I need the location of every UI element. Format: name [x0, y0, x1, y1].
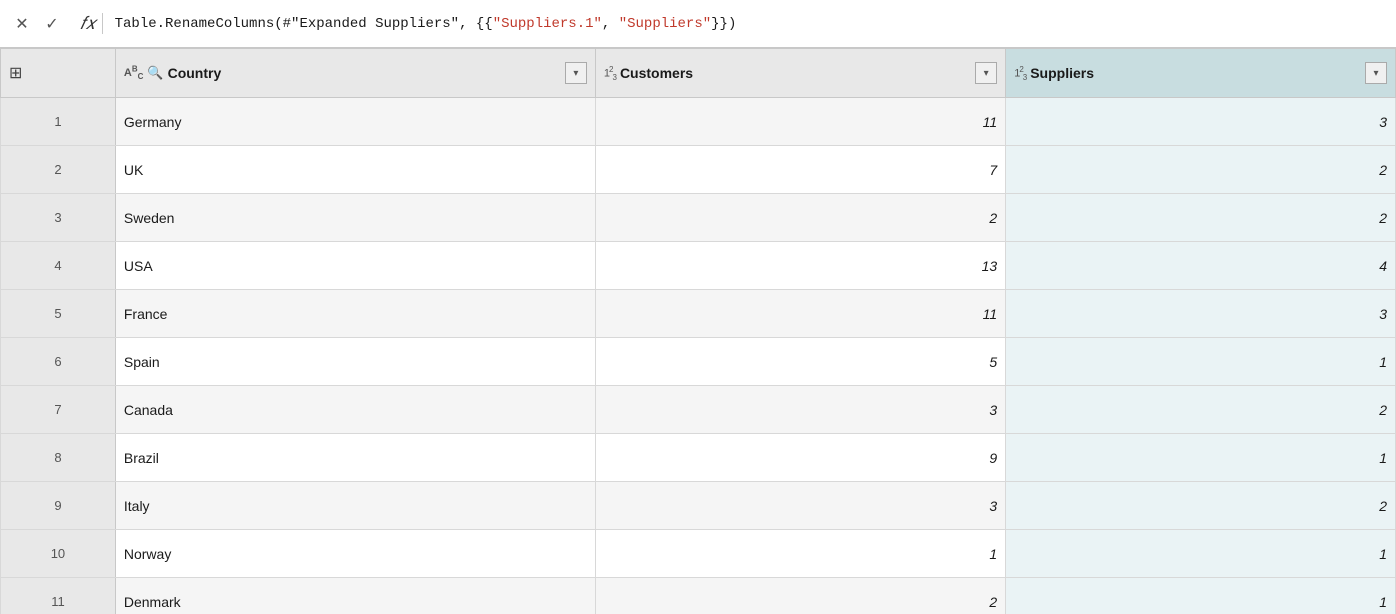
- col-header-index: ⊞: [1, 49, 116, 98]
- table-row: 1Germany113: [1, 98, 1396, 146]
- cell-country: France: [115, 290, 595, 338]
- cell-customers: 1: [595, 530, 1005, 578]
- cell-index: 4: [1, 242, 116, 290]
- cell-country: Denmark: [115, 578, 595, 614]
- cell-customers: 2: [595, 194, 1005, 242]
- table-row: 11Denmark21: [1, 578, 1396, 614]
- abc-icon: ABC: [124, 65, 144, 82]
- col-header-country: ABC 🔍 Country ▾: [115, 49, 595, 98]
- cell-index: 2: [1, 146, 116, 194]
- cell-country: USA: [115, 242, 595, 290]
- formula-icons: ✕ ✓: [8, 10, 66, 38]
- cell-country: Germany: [115, 98, 595, 146]
- cell-customers: 7: [595, 146, 1005, 194]
- table-row: 3Sweden22: [1, 194, 1396, 242]
- formula-bar: ✕ ✓ 𝑓𝑥 Table.RenameColumns(#"Expanded Su…: [0, 0, 1396, 48]
- table-row: 5France113: [1, 290, 1396, 338]
- cell-customers: 9: [595, 434, 1005, 482]
- cell-customers: 11: [595, 290, 1005, 338]
- cell-index: 9: [1, 482, 116, 530]
- col-customers-dropdown[interactable]: ▾: [975, 62, 997, 84]
- cell-customers: 11: [595, 98, 1005, 146]
- formula-text-suffix: }}): [711, 16, 736, 32]
- cell-customers: 3: [595, 482, 1005, 530]
- cell-suppliers: 1: [1006, 434, 1396, 482]
- col-customers-label: Customers: [620, 65, 693, 81]
- cell-suppliers: 2: [1006, 146, 1396, 194]
- cell-country: Spain: [115, 338, 595, 386]
- cell-index: 11: [1, 578, 116, 614]
- cell-country: Sweden: [115, 194, 595, 242]
- table-row: 10Norway11: [1, 530, 1396, 578]
- col-header-suppliers: 123 Suppliers ▾: [1006, 49, 1396, 98]
- formula-input[interactable]: Table.RenameColumns(#"Expanded Suppliers…: [115, 16, 1388, 32]
- cell-index: 5: [1, 290, 116, 338]
- table-row: 2UK72: [1, 146, 1396, 194]
- cell-country: UK: [115, 146, 595, 194]
- cancel-button[interactable]: ✕: [8, 10, 36, 38]
- formula-text-red1: "Suppliers.1": [493, 16, 602, 32]
- search-icon: 🔍: [147, 65, 163, 81]
- confirm-button[interactable]: ✓: [38, 10, 66, 38]
- cell-country: Italy: [115, 482, 595, 530]
- cell-suppliers: 4: [1006, 242, 1396, 290]
- formula-text-red2: "Suppliers": [619, 16, 711, 32]
- formula-text-comma: ,: [602, 16, 619, 32]
- cell-country: Brazil: [115, 434, 595, 482]
- cell-suppliers: 2: [1006, 194, 1396, 242]
- table-container: ⊞ ABC 🔍 Country ▾: [0, 48, 1396, 614]
- cell-suppliers: 2: [1006, 482, 1396, 530]
- fx-label: 𝑓𝑥: [74, 13, 103, 34]
- cell-index: 10: [1, 530, 116, 578]
- cell-index: 6: [1, 338, 116, 386]
- table-row: 8Brazil91: [1, 434, 1396, 482]
- cell-country: Norway: [115, 530, 595, 578]
- formula-text-prefix: Table.RenameColumns(#"Expanded Suppliers…: [115, 16, 493, 32]
- cell-suppliers: 3: [1006, 98, 1396, 146]
- data-table: ⊞ ABC 🔍 Country ▾: [0, 48, 1396, 614]
- cell-index: 7: [1, 386, 116, 434]
- cell-suppliers: 1: [1006, 578, 1396, 614]
- table-row: 6Spain51: [1, 338, 1396, 386]
- cell-customers: 2: [595, 578, 1005, 614]
- col-country-dropdown[interactable]: ▾: [565, 62, 587, 84]
- table-header-row: ⊞ ABC 🔍 Country ▾: [1, 49, 1396, 98]
- cell-index: 3: [1, 194, 116, 242]
- cell-index: 1: [1, 98, 116, 146]
- suppliers-type-icon: 123: [1014, 65, 1026, 82]
- cell-suppliers: 1: [1006, 338, 1396, 386]
- cell-customers: 5: [595, 338, 1005, 386]
- table-body: 1Germany1132UK723Sweden224USA1345France1…: [1, 98, 1396, 614]
- table-row: 7Canada32: [1, 386, 1396, 434]
- cell-suppliers: 1: [1006, 530, 1396, 578]
- cell-suppliers: 2: [1006, 386, 1396, 434]
- cell-customers: 13: [595, 242, 1005, 290]
- col-country-label: Country: [168, 65, 222, 81]
- table-row: 9Italy32: [1, 482, 1396, 530]
- cell-country: Canada: [115, 386, 595, 434]
- table-row: 4USA134: [1, 242, 1396, 290]
- cell-index: 8: [1, 434, 116, 482]
- col-suppliers-label: Suppliers: [1030, 65, 1094, 81]
- cell-suppliers: 3: [1006, 290, 1396, 338]
- col-header-customers: 123 Customers ▾: [595, 49, 1005, 98]
- col-suppliers-dropdown[interactable]: ▾: [1365, 62, 1387, 84]
- cell-customers: 3: [595, 386, 1005, 434]
- customers-type-icon: 123: [604, 65, 616, 82]
- table-icon[interactable]: ⊞: [9, 63, 22, 83]
